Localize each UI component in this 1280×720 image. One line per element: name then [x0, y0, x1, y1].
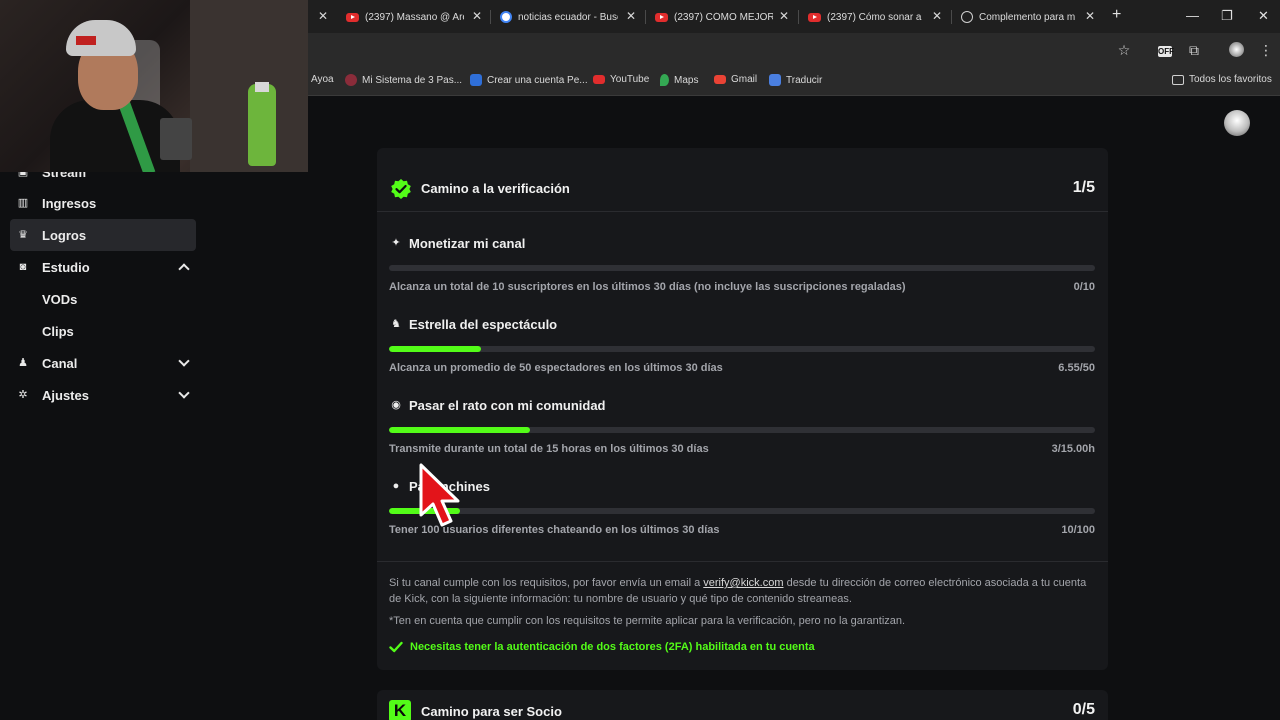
divider: [377, 211, 1108, 212]
close-tab-icon[interactable]: ✕: [779, 9, 789, 23]
viewers-icon: ♞: [391, 318, 401, 330]
sidebar-item-ingresos[interactable]: ▥ Ingresos: [10, 187, 196, 219]
tab-separator: [798, 10, 799, 24]
bookmark-item[interactable]: Traducir: [769, 74, 822, 86]
verified-badge-icon: [391, 179, 411, 199]
browser-tab[interactable]: (2397) Cómo sonar a e: [808, 4, 923, 30]
gear-icon: ✲: [18, 389, 28, 401]
chevron-up-icon[interactable]: [178, 263, 190, 275]
extensions-puzzle-icon[interactable]: ⧉: [1186, 42, 1202, 58]
trophy-icon: ♛: [18, 229, 28, 241]
verify-email-link[interactable]: verify@kick.com: [703, 577, 783, 589]
sidebar-item-canal[interactable]: ♟ Canal: [10, 347, 196, 379]
close-tab-icon[interactable]: ✕: [472, 9, 482, 23]
folder-icon: [1172, 74, 1184, 85]
maps-pin-icon: [660, 74, 669, 86]
sidebar-item-clips[interactable]: Clips: [10, 315, 196, 347]
requirement-title: Pasar el rato con mi comunidad: [409, 398, 606, 413]
bookmark-item[interactable]: Maps: [660, 74, 698, 86]
bookmark-item[interactable]: Gmail: [714, 74, 757, 85]
sidebar-item-ajustes[interactable]: ✲ Ajustes: [10, 379, 196, 411]
all-bookmarks-folder[interactable]: Todos los favoritos: [1172, 74, 1272, 85]
requirement-title: Estrella del espectáculo: [409, 317, 558, 332]
tab-separator: [951, 10, 952, 24]
sparkle-icon: ✦: [391, 237, 401, 249]
google-icon: [500, 11, 512, 23]
progress-fill: [389, 346, 482, 352]
browser-tab[interactable]: noticias ecuador - Buscar: [500, 4, 618, 30]
requirement-description: Transmite durante un total de 15 horas e…: [389, 443, 709, 455]
chevron-down-icon[interactable]: [178, 355, 190, 367]
twofa-requirement: Necesitas tener la autenticación de dos …: [389, 640, 815, 654]
requirement-description: Alcanza un promedio de 50 espectadores e…: [389, 362, 723, 374]
close-tab-icon[interactable]: ✕: [318, 9, 328, 23]
partner-count: 0/5: [1072, 701, 1095, 718]
youtube-icon: [346, 12, 359, 22]
requirement-value: 10/100: [1061, 524, 1095, 536]
bookmark-item[interactable]: Crear una cuenta Pe...: [470, 74, 588, 86]
off-extension-icon[interactable]: OFF: [1158, 46, 1174, 57]
gmail-icon: [714, 75, 726, 84]
close-tab-icon[interactable]: ✕: [1085, 9, 1095, 23]
verification-count: 1/5: [1072, 179, 1095, 196]
requirement-value: 6.55/50: [1058, 362, 1095, 374]
kick-logo-icon: K: [389, 700, 411, 720]
tab-separator: [645, 10, 646, 24]
bookmark-icon: [345, 74, 357, 86]
browser-tab[interactable]: (2397) Massano @ Arena: [346, 4, 464, 30]
requirement-title: Monetizar mi canal: [409, 236, 526, 251]
requirement-value: 3/15.00h: [1051, 443, 1095, 455]
verification-disclaimer: *Ten en cuenta que cumplir con los requi…: [389, 615, 906, 627]
progress-track: [389, 265, 1095, 271]
menu-dots-icon[interactable]: ⋮: [1258, 42, 1274, 58]
screen: ✕ (2397) Massano @ Arena ✕ noticias ecua…: [0, 0, 1280, 720]
paypal-icon: [470, 74, 482, 86]
browser-tab[interactable]: Complemento para m: [961, 4, 1078, 30]
verification-title: Camino a la verificación: [421, 181, 570, 196]
chart-icon: ▥: [17, 197, 29, 209]
requirement-description: Alcanza un total de 10 suscriptores en l…: [389, 281, 906, 293]
progress-fill: [389, 427, 531, 433]
partner-title: Camino para ser Socio: [421, 704, 562, 719]
youtube-icon: [655, 12, 668, 22]
user-avatar[interactable]: [1224, 110, 1250, 136]
translate-icon: [769, 74, 781, 86]
progress-track: [389, 346, 1095, 352]
close-tab-icon[interactable]: ✕: [932, 9, 942, 23]
progress-track: [389, 508, 1095, 514]
webcam-overlay: [0, 0, 308, 172]
profile-avatar-icon[interactable]: [1229, 42, 1244, 57]
browser-tab[interactable]: (2397) CÓMO MEJORAR: [655, 4, 773, 30]
verification-note: Si tu canal cumple con los requisitos, p…: [389, 577, 1087, 605]
extension-icon: [961, 11, 973, 23]
studio-icon: ◙: [19, 261, 27, 273]
broadcast-icon: ◉: [391, 399, 401, 411]
youtube-icon: [593, 75, 605, 84]
chevron-down-icon[interactable]: [178, 387, 190, 399]
chat-icon: ●: [392, 480, 400, 492]
requirement-value: 0/10: [1073, 281, 1095, 293]
close-tab-icon[interactable]: ✕: [626, 9, 636, 23]
restore-icon[interactable]: ❐: [1221, 8, 1233, 24]
youtube-icon: [808, 12, 821, 22]
bookmark-star-icon[interactable]: ☆: [1116, 42, 1132, 58]
sidebar-item-vods[interactable]: VODs: [10, 283, 196, 315]
divider: [377, 561, 1108, 562]
new-tab-button[interactable]: +: [1112, 6, 1121, 24]
bookmark-item[interactable]: YouTube: [593, 74, 649, 85]
sidebar-item-estudio[interactable]: ◙ Estudio: [10, 251, 196, 283]
users-icon: ♟: [18, 357, 28, 369]
mouse-cursor-icon: [419, 463, 460, 527]
progress-track: [389, 427, 1095, 433]
minimize-icon[interactable]: —: [1186, 8, 1199, 23]
tab-separator: [490, 10, 491, 24]
check-icon: [389, 641, 403, 653]
sidebar-item-logros[interactable]: ♛ Logros: [10, 219, 196, 251]
close-window-icon[interactable]: ✕: [1258, 8, 1269, 24]
bookmark-item[interactable]: Ayoa: [311, 74, 334, 85]
bookmark-item[interactable]: Mi Sistema de 3 Pas...: [345, 74, 462, 86]
